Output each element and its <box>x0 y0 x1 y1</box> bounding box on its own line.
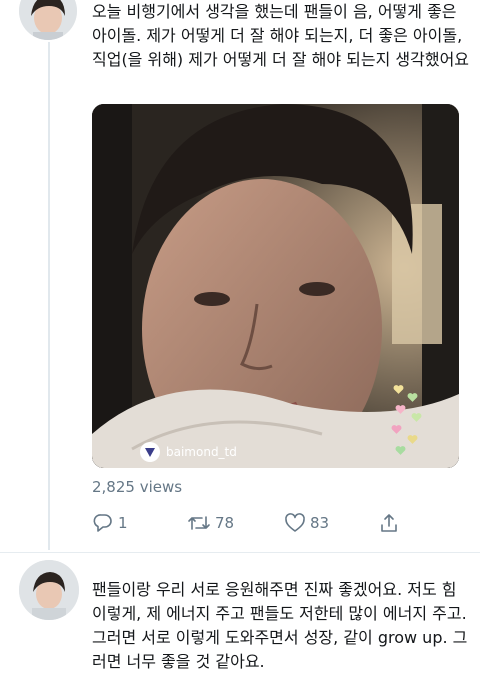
tweet-text: 팬들이랑 우리 서로 응원해주면 진짜 좋겠어요. 저도 힘 이렇게, 제 에너… <box>92 580 472 671</box>
tweet-divider <box>0 552 480 553</box>
avatar[interactable] <box>19 560 79 620</box>
retweet-count: 78 <box>215 514 235 532</box>
like-button[interactable]: 83 <box>284 512 329 534</box>
tweet-actions: 1 78 83 <box>92 512 442 536</box>
vlive-logo-icon <box>140 442 160 462</box>
reply-icon <box>92 512 114 534</box>
watermark-handle: baimond_td <box>166 445 237 459</box>
heart-icon <box>284 512 306 534</box>
floating-hearts-icon <box>389 382 429 460</box>
retweet-icon <box>187 512 211 534</box>
reply-button[interactable]: 1 <box>92 512 128 534</box>
retweet-button[interactable]: 78 <box>187 512 234 534</box>
avatar[interactable] <box>19 0 77 40</box>
video-thumbnail[interactable]: baimond_td <box>92 104 459 468</box>
share-button[interactable] <box>378 512 400 534</box>
like-count: 83 <box>310 514 330 532</box>
share-icon <box>378 512 400 534</box>
tweet-text: 오늘 비행기에서 생각을 했는데 팬들이 음, 어떻게 좋은 아이돌. 제가 어… <box>92 2 470 69</box>
live-stream-watermark: baimond_td <box>140 442 237 462</box>
thread-connector-line <box>48 42 50 550</box>
view-count: 2,825 views <box>92 478 183 496</box>
reply-count: 1 <box>118 514 128 532</box>
